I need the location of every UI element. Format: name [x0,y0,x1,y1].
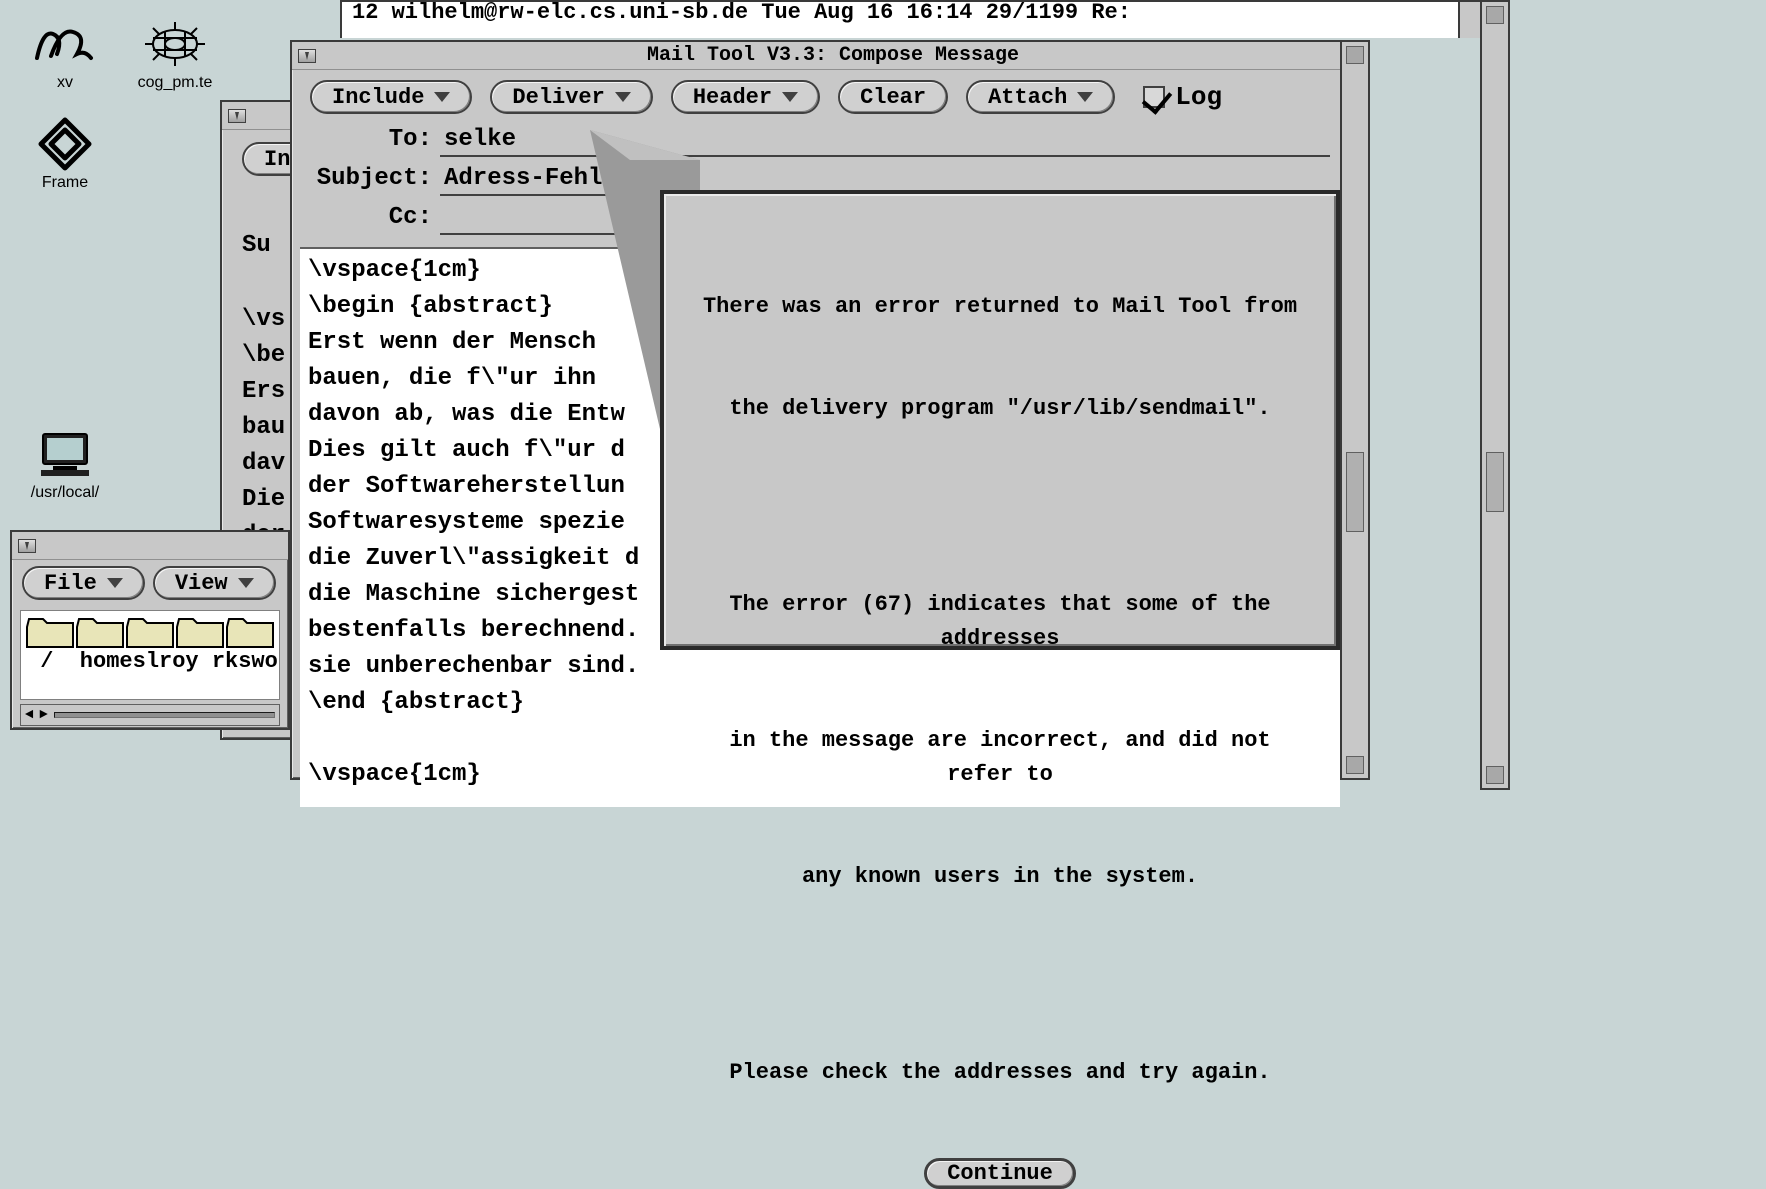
error-line: The error (67) indicates that some of th… [694,588,1306,656]
desktop-icon-label: cog_pm.te [138,74,213,92]
desktop-icon-xv[interactable]: xv [10,20,120,92]
deliver-button[interactable]: Deliver [490,80,652,114]
folder-icon[interactable] [125,615,175,649]
subject-label-fragment: Su [242,232,271,259]
scroll-left-icon[interactable]: ◄ [25,707,33,723]
monitor-icon [33,430,97,478]
include-button[interactable]: Include [310,80,472,114]
error-line: There was an error returned to Mail Tool… [694,290,1306,324]
header-button[interactable]: Header [671,80,820,114]
file-manager-window: File View / homeslroy rkswo ◄ [10,530,290,730]
xv-icon [33,20,97,68]
pin-icon[interactable] [228,109,246,123]
chevron-down-icon [615,92,631,102]
error-line: the delivery program "/usr/lib/sendmail"… [694,392,1306,426]
page-title: Mail Tool V3.3: Compose Message [324,44,1342,67]
mail-list-row[interactable]: 12 wilhelm@rw-elc.cs.uni-sb.de Tue Aug 1… [340,0,1490,38]
to-label: To: [310,126,440,153]
desktop-icon-label: /usr/local/ [31,484,99,502]
continue-button[interactable]: Continue [924,1158,1076,1189]
subject-label: Subject: [310,165,440,192]
file-manager-path-view[interactable]: / homeslroy rkswo [20,610,280,700]
view-menu-button[interactable]: View [153,566,276,600]
desktop-icon-cog[interactable]: cog_pm.te [120,20,230,92]
error-line: Please check the addresses and try again… [694,1056,1306,1090]
log-label: Log [1175,82,1222,112]
frame-logo-icon [33,120,97,168]
mail-list-line: 12 wilhelm@rw-elc.cs.uni-sb.de Tue Aug 1… [352,0,1131,25]
desktop-icon-usr-local[interactable]: /usr/local/ [10,430,120,502]
chevron-down-icon [782,92,798,102]
folder-icon[interactable] [225,615,275,649]
chevron-down-icon [238,578,254,588]
horizontal-scrollbar[interactable]: ◄ ► [20,704,280,726]
clear-button[interactable]: Clear [838,80,948,114]
folder-icon[interactable] [25,615,75,649]
scroll-thumb[interactable] [1346,452,1364,532]
scroll-track[interactable] [54,712,275,718]
scroll-up-icon[interactable] [1346,46,1364,64]
checkbox-icon [1143,86,1165,108]
scroll-down-icon[interactable] [1486,766,1504,784]
attach-button[interactable]: Attach [966,80,1115,114]
scroll-up-icon[interactable] [1486,6,1504,24]
error-line: in the message are incorrect, and did no… [694,724,1306,792]
scroll-thumb[interactable] [1486,452,1504,512]
pin-icon[interactable] [18,539,36,553]
log-checkbox[interactable]: Log [1143,82,1222,112]
error-dialog: There was an error returned to Mail Tool… [660,190,1340,650]
desktop-icon-label: xv [57,74,73,92]
path-labels: / homeslroy rkswo [21,649,279,674]
chevron-down-icon [1077,92,1093,102]
file-menu-button[interactable]: File [22,566,145,600]
to-field[interactable] [440,124,1330,157]
chevron-down-icon [107,578,123,588]
folder-icon[interactable] [75,615,125,649]
error-line: any known users in the system. [694,860,1306,894]
scrollbar[interactable] [1480,0,1510,790]
desktop-icon-label: Frame [42,174,88,192]
scroll-right-icon[interactable]: ► [39,707,47,723]
pin-icon[interactable] [298,49,316,63]
folder-icon[interactable] [175,615,225,649]
desktop-icon-frame[interactable]: Frame [10,120,120,192]
gear-icon [143,20,207,68]
cc-label: Cc: [310,204,440,231]
scroll-down-icon[interactable] [1346,756,1364,774]
scrollbar[interactable] [1340,40,1370,780]
chevron-down-icon [434,92,450,102]
